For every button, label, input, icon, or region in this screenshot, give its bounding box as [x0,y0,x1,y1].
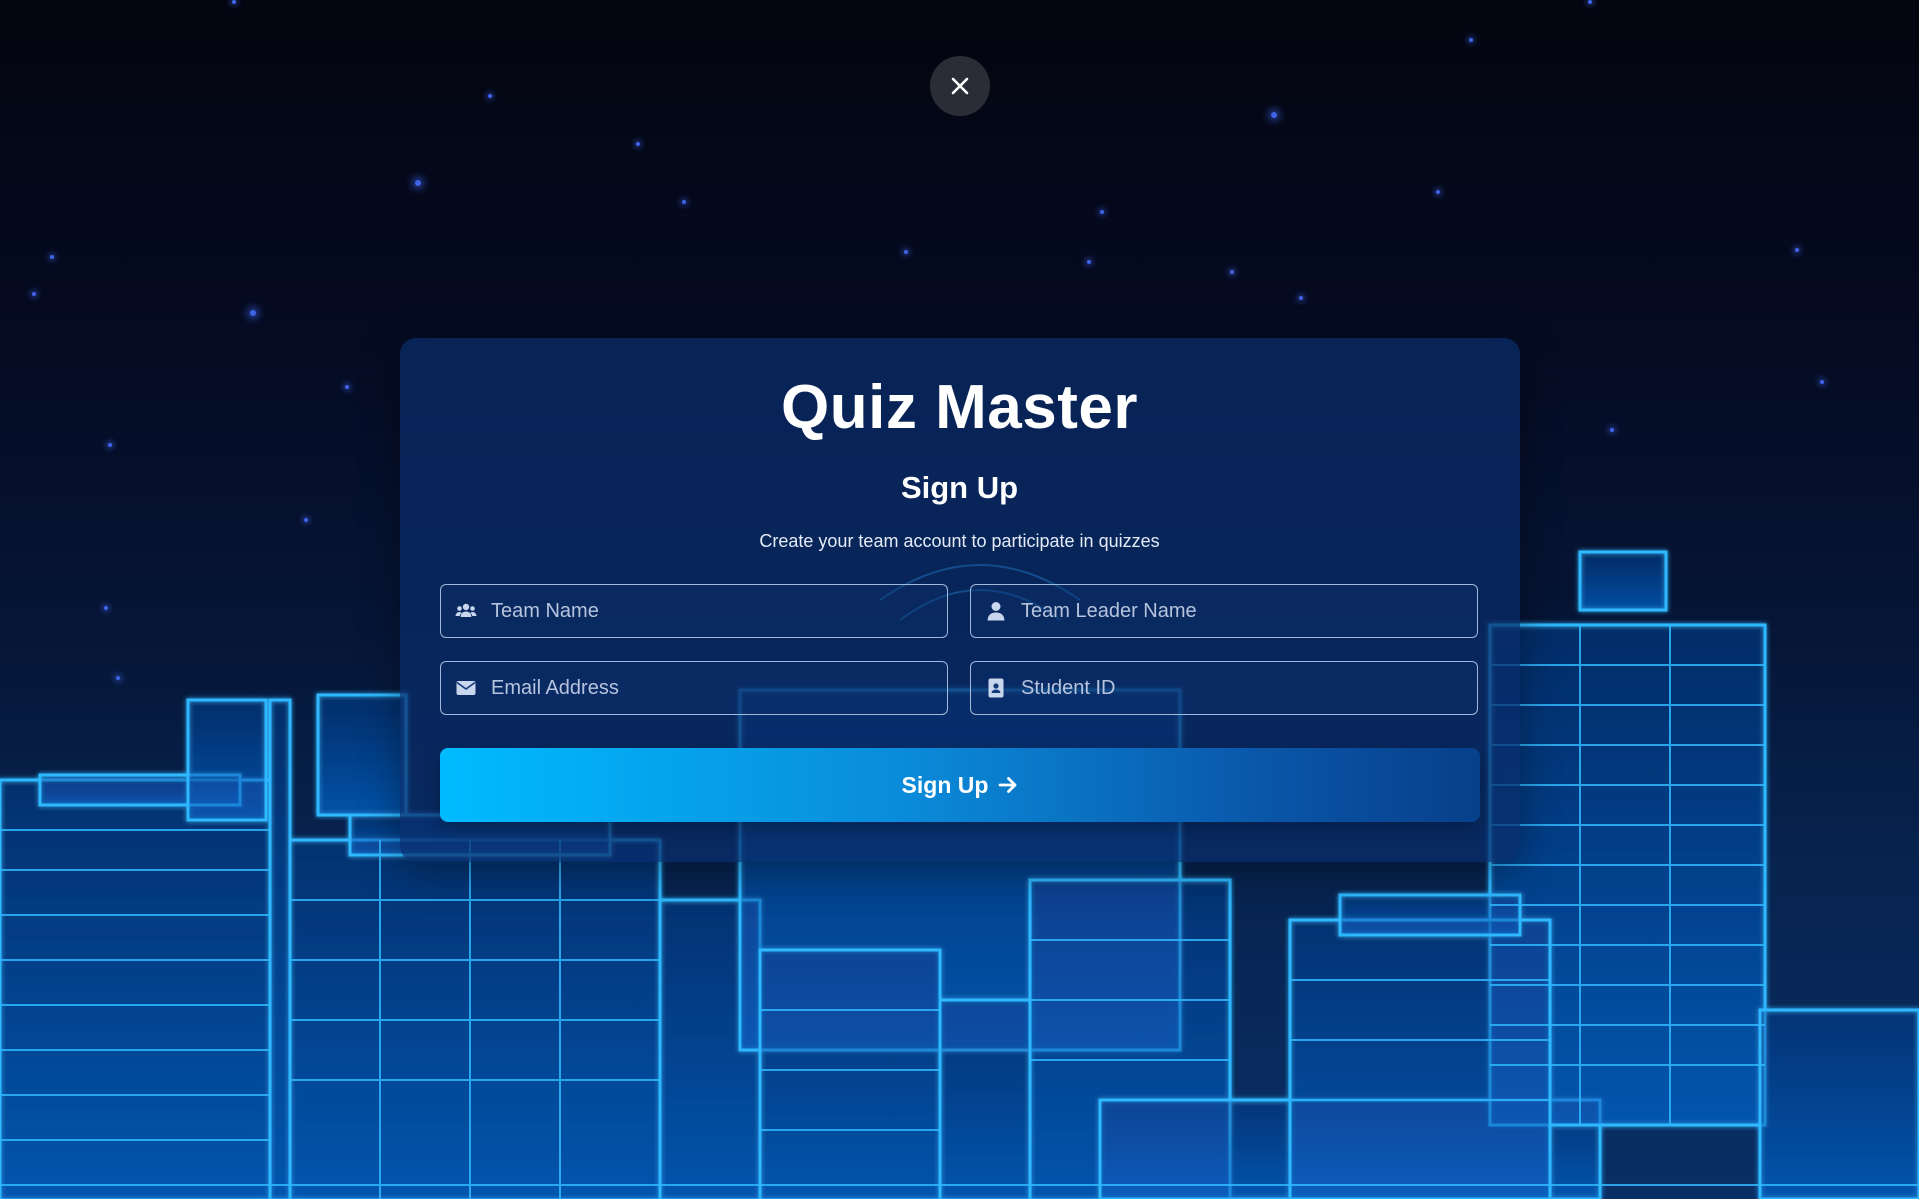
arrow-right-icon [999,777,1017,793]
email-field [440,661,948,715]
id-card-icon [985,677,1007,699]
users-icon [455,600,477,622]
close-button[interactable] [930,56,990,116]
email-input[interactable] [489,661,947,715]
team-name-field [440,584,948,638]
page-background: Quiz Master Sign Up Create your team acc… [0,0,1919,1199]
team-name-input[interactable] [489,584,947,638]
form-heading: Sign Up [900,470,1019,505]
student-id-field [970,661,1478,715]
team-leader-name-field [970,584,1478,638]
close-icon [951,77,969,95]
student-id-input[interactable] [1019,661,1477,715]
sign-up-button[interactable]: Sign Up [440,748,1480,822]
team-leader-name-input[interactable] [1019,584,1477,638]
sign-up-button-label: Sign Up [901,771,989,798]
app-title: Quiz Master [781,373,1138,442]
form-description: Create your team account to participate … [759,531,1160,551]
user-icon [985,600,1007,622]
envelope-icon [455,677,477,699]
